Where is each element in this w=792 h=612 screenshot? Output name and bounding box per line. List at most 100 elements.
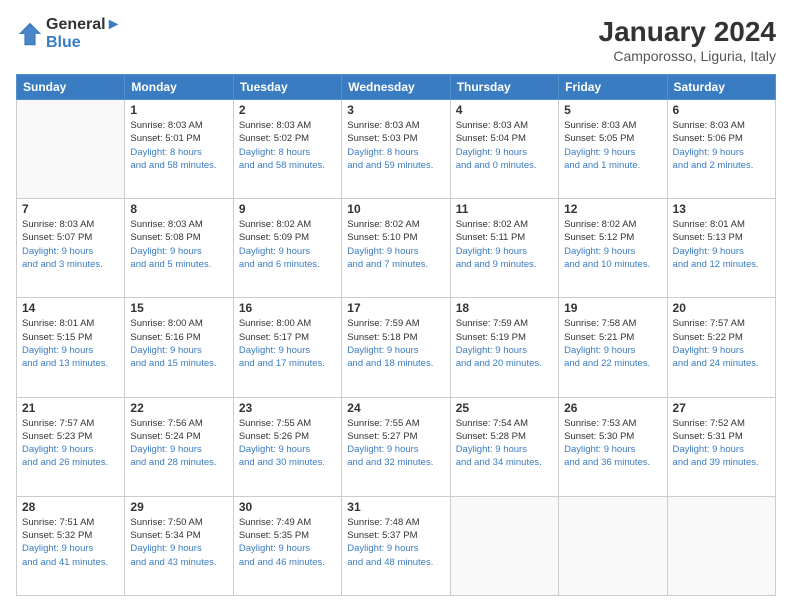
month-title: January 2024 bbox=[599, 16, 776, 48]
day-number: 6 bbox=[673, 103, 770, 117]
daylight-text-2: and and 24 minutes. bbox=[673, 357, 770, 370]
sunset-text: Sunset: 5:19 PM bbox=[456, 331, 553, 344]
daylight-text-2: and and 34 minutes. bbox=[456, 456, 553, 469]
calendar-cell bbox=[667, 496, 775, 595]
daylight-text: Daylight: 9 hours bbox=[22, 245, 119, 258]
calendar-cell: 4Sunrise: 8:03 AMSunset: 5:04 PMDaylight… bbox=[450, 100, 558, 199]
day-info: Sunrise: 7:54 AMSunset: 5:28 PMDaylight:… bbox=[456, 417, 553, 470]
sunset-text: Sunset: 5:26 PM bbox=[239, 430, 336, 443]
sunset-text: Sunset: 5:07 PM bbox=[22, 231, 119, 244]
sunset-text: Sunset: 5:17 PM bbox=[239, 331, 336, 344]
daylight-text: Daylight: 9 hours bbox=[347, 245, 444, 258]
calendar-cell: 20Sunrise: 7:57 AMSunset: 5:22 PMDayligh… bbox=[667, 298, 775, 397]
daylight-text: Daylight: 9 hours bbox=[673, 245, 770, 258]
sunset-text: Sunset: 5:13 PM bbox=[673, 231, 770, 244]
sunrise-text: Sunrise: 8:03 AM bbox=[239, 119, 336, 132]
sunset-text: Sunset: 5:15 PM bbox=[22, 331, 119, 344]
sunrise-text: Sunrise: 7:50 AM bbox=[130, 516, 227, 529]
day-info: Sunrise: 7:49 AMSunset: 5:35 PMDaylight:… bbox=[239, 516, 336, 569]
daylight-text-2: and and 39 minutes. bbox=[673, 456, 770, 469]
calendar-cell: 25Sunrise: 7:54 AMSunset: 5:28 PMDayligh… bbox=[450, 397, 558, 496]
sunrise-text: Sunrise: 7:55 AM bbox=[347, 417, 444, 430]
sunset-text: Sunset: 5:12 PM bbox=[564, 231, 661, 244]
daylight-text-2: and and 7 minutes. bbox=[347, 258, 444, 271]
daylight-text: Daylight: 9 hours bbox=[239, 443, 336, 456]
day-info: Sunrise: 7:55 AMSunset: 5:26 PMDaylight:… bbox=[239, 417, 336, 470]
daylight-text-2: and and 13 minutes. bbox=[22, 357, 119, 370]
sunrise-text: Sunrise: 7:53 AM bbox=[564, 417, 661, 430]
sunset-text: Sunset: 5:04 PM bbox=[456, 132, 553, 145]
sunset-text: Sunset: 5:37 PM bbox=[347, 529, 444, 542]
daylight-text-2: and and 5 minutes. bbox=[130, 258, 227, 271]
sunrise-text: Sunrise: 7:59 AM bbox=[347, 317, 444, 330]
sunset-text: Sunset: 5:10 PM bbox=[347, 231, 444, 244]
sunrise-text: Sunrise: 8:03 AM bbox=[130, 119, 227, 132]
daylight-text-2: and and 59 minutes. bbox=[347, 159, 444, 172]
daylight-text: Daylight: 9 hours bbox=[564, 443, 661, 456]
sunrise-text: Sunrise: 8:03 AM bbox=[347, 119, 444, 132]
day-info: Sunrise: 8:03 AMSunset: 5:03 PMDaylight:… bbox=[347, 119, 444, 172]
daylight-text-2: and and 46 minutes. bbox=[239, 556, 336, 569]
daylight-text: Daylight: 9 hours bbox=[347, 542, 444, 555]
sunrise-text: Sunrise: 8:02 AM bbox=[239, 218, 336, 231]
calendar-cell: 17Sunrise: 7:59 AMSunset: 5:18 PMDayligh… bbox=[342, 298, 450, 397]
sunrise-text: Sunrise: 7:52 AM bbox=[673, 417, 770, 430]
sunset-text: Sunset: 5:01 PM bbox=[130, 132, 227, 145]
daylight-text: Daylight: 9 hours bbox=[347, 344, 444, 357]
daylight-text-2: and and 36 minutes. bbox=[564, 456, 661, 469]
day-number: 28 bbox=[22, 500, 119, 514]
daylight-text-2: and and 58 minutes. bbox=[130, 159, 227, 172]
calendar-cell: 30Sunrise: 7:49 AMSunset: 5:35 PMDayligh… bbox=[233, 496, 341, 595]
sunset-text: Sunset: 5:31 PM bbox=[673, 430, 770, 443]
daylight-text-2: and and 2 minutes. bbox=[673, 159, 770, 172]
sunrise-text: Sunrise: 8:03 AM bbox=[673, 119, 770, 132]
sunrise-text: Sunrise: 8:03 AM bbox=[456, 119, 553, 132]
day-number: 13 bbox=[673, 202, 770, 216]
day-number: 5 bbox=[564, 103, 661, 117]
calendar-cell: 9Sunrise: 8:02 AMSunset: 5:09 PMDaylight… bbox=[233, 199, 341, 298]
daylight-text-2: and and 6 minutes. bbox=[239, 258, 336, 271]
day-info: Sunrise: 8:03 AMSunset: 5:01 PMDaylight:… bbox=[130, 119, 227, 172]
calendar-cell: 29Sunrise: 7:50 AMSunset: 5:34 PMDayligh… bbox=[125, 496, 233, 595]
sunset-text: Sunset: 5:22 PM bbox=[673, 331, 770, 344]
day-info: Sunrise: 8:03 AMSunset: 5:02 PMDaylight:… bbox=[239, 119, 336, 172]
day-number: 7 bbox=[22, 202, 119, 216]
sunset-text: Sunset: 5:03 PM bbox=[347, 132, 444, 145]
day-info: Sunrise: 7:57 AMSunset: 5:23 PMDaylight:… bbox=[22, 417, 119, 470]
sunset-text: Sunset: 5:09 PM bbox=[239, 231, 336, 244]
day-number: 16 bbox=[239, 301, 336, 315]
sunset-text: Sunset: 5:35 PM bbox=[239, 529, 336, 542]
day-number: 1 bbox=[130, 103, 227, 117]
day-number: 31 bbox=[347, 500, 444, 514]
sunset-text: Sunset: 5:34 PM bbox=[130, 529, 227, 542]
calendar-cell: 21 Sunrise: 7:57 AMSunset: 5:23 PMDayligh… bbox=[17, 397, 125, 496]
sunset-text: Sunset: 5:16 PM bbox=[130, 331, 227, 344]
sunset-text: Sunset: 5:21 PM bbox=[564, 331, 661, 344]
daylight-text: Daylight: 8 hours bbox=[347, 146, 444, 159]
daylight-text: Daylight: 9 hours bbox=[673, 146, 770, 159]
daylight-text-2: and and 18 minutes. bbox=[347, 357, 444, 370]
daylight-text-2: and and 30 minutes. bbox=[239, 456, 336, 469]
calendar-cell bbox=[450, 496, 558, 595]
day-number: 29 bbox=[130, 500, 227, 514]
sunrise-text: Sunrise: 8:00 AM bbox=[239, 317, 336, 330]
day-number: 21 bbox=[22, 401, 119, 415]
daylight-text-2: and and 28 minutes. bbox=[130, 456, 227, 469]
sunrise-text: Sunrise: 7:51 AM bbox=[22, 516, 119, 529]
sunset-text: Sunset: 5:23 PM bbox=[22, 430, 119, 443]
daylight-text: Daylight: 9 hours bbox=[22, 344, 119, 357]
calendar-cell: 16Sunrise: 8:00 AMSunset: 5:17 PMDayligh… bbox=[233, 298, 341, 397]
daylight-text-2: and and 10 minutes. bbox=[564, 258, 661, 271]
calendar-cell: 28Sunrise: 7:51 AMSunset: 5:32 PMDayligh… bbox=[17, 496, 125, 595]
day-info: Sunrise: 8:02 AMSunset: 5:12 PMDaylight:… bbox=[564, 218, 661, 271]
calendar-cell: 10Sunrise: 8:02 AMSunset: 5:10 PMDayligh… bbox=[342, 199, 450, 298]
daylight-text: Daylight: 9 hours bbox=[673, 443, 770, 456]
day-info: Sunrise: 8:02 AMSunset: 5:10 PMDaylight:… bbox=[347, 218, 444, 271]
sunrise-text: Sunrise: 7:48 AM bbox=[347, 516, 444, 529]
sunrise-text: Sunrise: 7:59 AM bbox=[456, 317, 553, 330]
sunrise-text: Sunrise: 8:03 AM bbox=[564, 119, 661, 132]
calendar-cell: 18Sunrise: 7:59 AMSunset: 5:19 PMDayligh… bbox=[450, 298, 558, 397]
day-number: 24 bbox=[347, 401, 444, 415]
daylight-text-2: and and 43 minutes. bbox=[130, 556, 227, 569]
day-info: Sunrise: 8:03 AMSunset: 5:04 PMDaylight:… bbox=[456, 119, 553, 172]
